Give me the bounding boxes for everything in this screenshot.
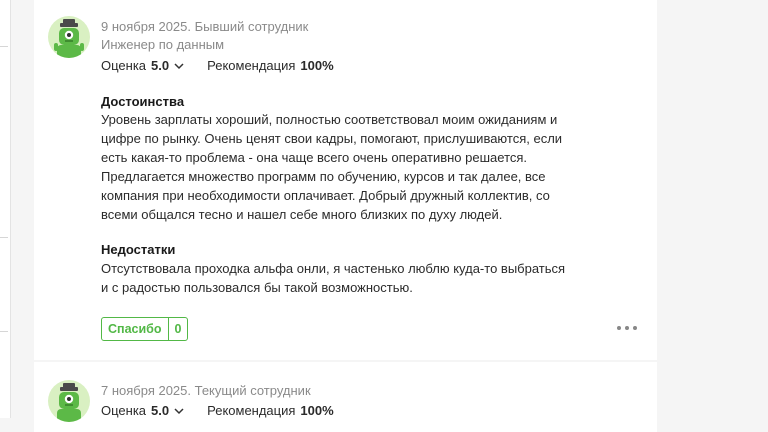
helpful-button[interactable]: Спасибо 0 (101, 317, 189, 341)
rating-row: Оценка 5.0 Рекомендация 100% (101, 58, 334, 73)
recommend-label: Рекомендация (207, 403, 296, 418)
sidebar-divider (0, 46, 8, 47)
pros-text: Уровень зарплаты хороший, полностью соот… (101, 112, 563, 222)
pros-title: Достоинства (101, 94, 185, 109)
review-date-status: 7 ноября 2025. Текущий сотрудник (101, 383, 311, 398)
rating-row: Оценка 5.0 Рекомендация 100% (101, 403, 334, 418)
sidebar-divider (0, 331, 8, 332)
review-date-status: 9 ноября 2025. Бывший сотрудник (101, 19, 309, 34)
review-card: 9 ноября 2025. Бывший сотрудник Инженер … (34, 0, 657, 360)
review-card: 7 ноября 2025. Текущий сотрудник Оценка … (34, 362, 657, 432)
more-dots-icon[interactable] (617, 321, 637, 335)
reviewer-position: Инженер по данным (101, 37, 225, 52)
green-robot-avatar-icon (48, 16, 90, 58)
dot (625, 326, 629, 330)
rating-label: Оценка (101, 403, 147, 418)
sidebar-divider (0, 237, 8, 238)
dot (617, 326, 621, 330)
chevron-down-icon[interactable] (173, 405, 185, 417)
rating-value: 5.0 (151, 403, 170, 418)
cons-text: Отсутствовала проходка альфа онли, я час… (101, 261, 566, 295)
recommend-value: 100% (300, 403, 334, 418)
helpful-count: 0 (174, 322, 182, 336)
cons-title: Недостатки (101, 242, 176, 257)
helpful-label[interactable]: Спасибо (102, 318, 169, 340)
recommend-label: Рекомендация (207, 58, 296, 73)
dot (633, 326, 637, 330)
chevron-down-icon[interactable] (173, 60, 185, 72)
recommend-value: 100% (300, 58, 334, 73)
rating-value: 5.0 (151, 58, 170, 73)
left-sidebar-edge (0, 0, 11, 418)
green-robot-avatar-icon (48, 380, 90, 422)
rating-label: Оценка (101, 58, 147, 73)
